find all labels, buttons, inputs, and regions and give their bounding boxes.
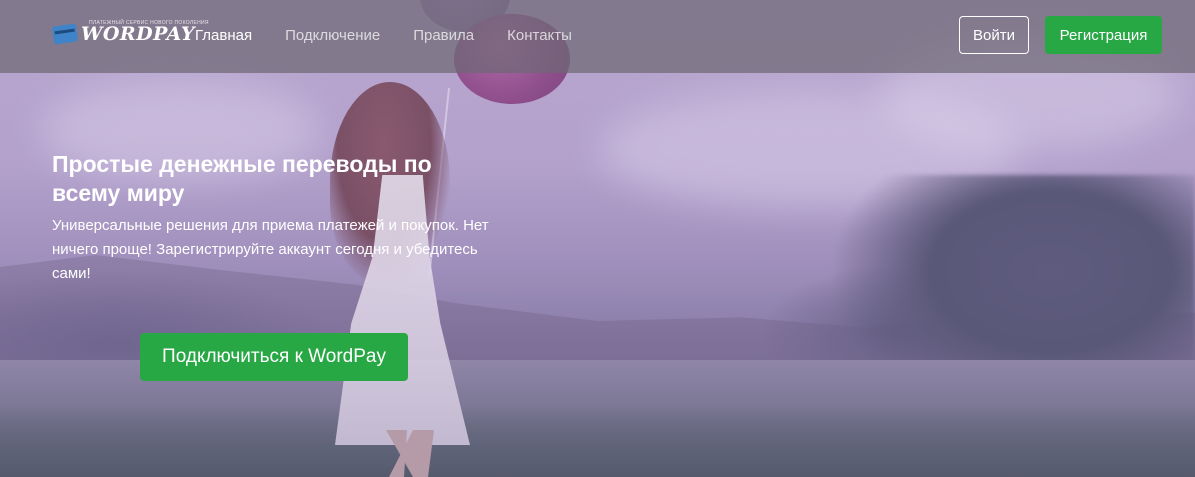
background-grass [0, 405, 1195, 477]
register-button[interactable]: Регистрация [1045, 16, 1162, 54]
navbar: WORDPAY ПЛАТЕЖНЫЙ СЕРВИС НОВОГО ПОКОЛЕНИ… [0, 0, 1195, 73]
connect-wordpay-button[interactable]: Подключиться к WordPay [140, 333, 408, 381]
brand-logo-link[interactable]: WORDPAY ПЛАТЕЖНЫЙ СЕРВИС НОВОГО ПОКОЛЕНИ… [51, 17, 209, 51]
login-button[interactable]: Войти [959, 16, 1029, 54]
nav-item-home[interactable]: Главная [195, 25, 252, 47]
nav-item-contacts[interactable]: Контакты [507, 25, 572, 47]
nav-menu: Главная Подключение Правила Контакты [195, 25, 605, 47]
brand-name: WORDPAY [81, 23, 195, 45]
credit-card-icon [51, 23, 79, 45]
nav-item-connect[interactable]: Подключение [285, 25, 380, 47]
hero-section: WORDPAY ПЛАТЕЖНЫЙ СЕРВИС НОВОГО ПОКОЛЕНИ… [0, 0, 1195, 477]
brand-tagline: ПЛАТЕЖНЫЙ СЕРВИС НОВОГО ПОКОЛЕНИЯ [89, 20, 209, 26]
nav-item-rules[interactable]: Правила [413, 25, 474, 47]
hero-lead-text: Универсальные решения для приема платеже… [52, 217, 489, 282]
hero-title: Простые денежные переводы по всему миру [52, 151, 432, 206]
